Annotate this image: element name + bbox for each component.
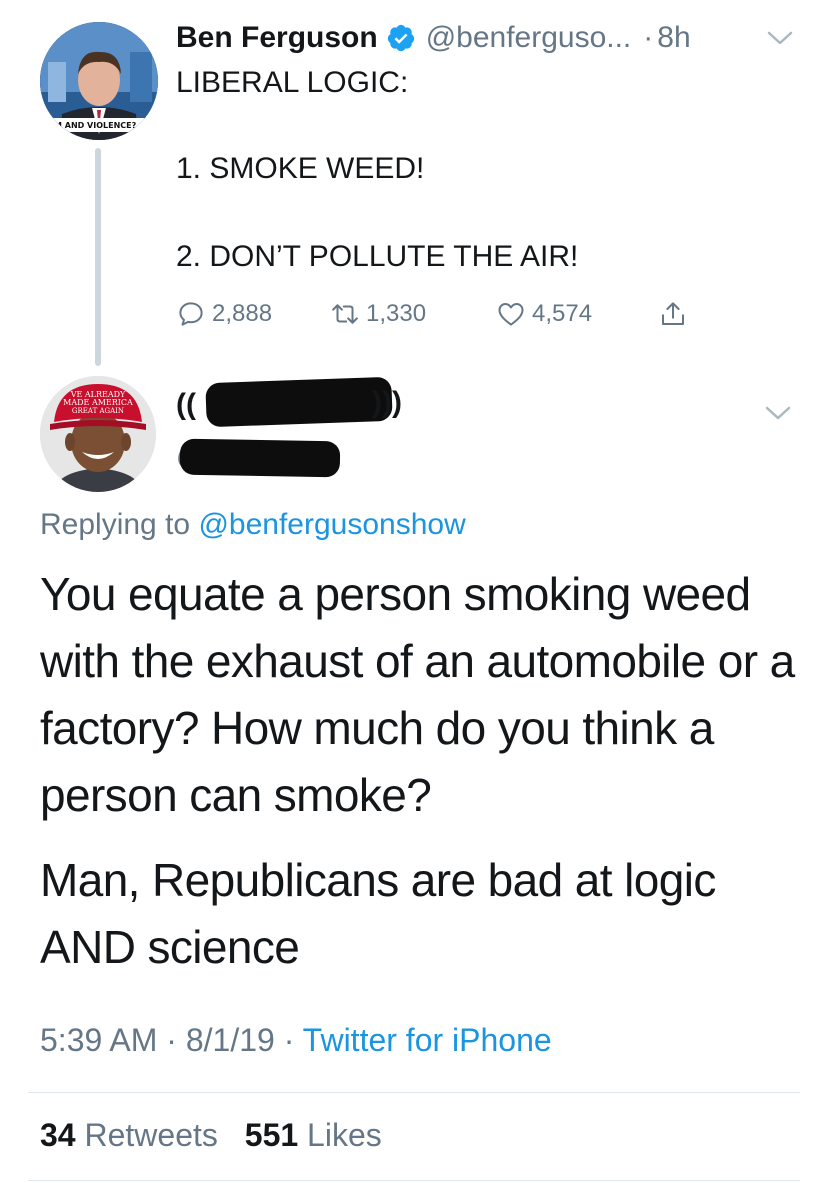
parent-tweet-text-line: 2. DON’T POLLUTE THE AIR! [176,240,579,273]
replying-to-label: Replying to [40,508,191,541]
replying-to-line: Replying to @benfergusonshow [40,508,466,542]
reply-icon [179,302,203,326]
retweet-icon [332,304,358,324]
verified-badge-icon [386,23,416,53]
parent-tweet-text-line: 1. SMOKE WEED! [176,152,425,185]
reply-count: 2,888 [212,300,273,327]
retweet-button[interactable]: 1,330 [330,296,426,332]
parent-tweet-header: Ben Ferguson @benferguso... · 8h [176,18,691,58]
share-icon [662,302,684,325]
svg-text:GREAT AGAIN: GREAT AGAIN [72,407,124,415]
likes-stat[interactable]: 551 Likes [245,1117,382,1153]
retweets-stat-label: Retweets [84,1117,218,1153]
separator-dot: · [643,21,654,54]
retweets-stat[interactable]: 34 Retweets [40,1117,227,1153]
parent-author-avatar[interactable]: M AND VIOLENCE? [40,22,158,140]
likes-stat-count: 551 [244,1117,299,1153]
divider [28,1092,800,1093]
like-count: 4,574 [532,300,593,327]
chevron-down-icon[interactable] [766,30,794,46]
chevron-down-icon[interactable] [764,405,792,421]
parent-tweet-text-line: LIBERAL LOGIC: [176,66,409,99]
divider [28,1180,800,1181]
thread-connector-line [95,148,101,366]
redacted-display-name [205,376,393,428]
parent-display-name[interactable]: Ben Ferguson [176,21,378,55]
tweet-detail-view: M AND VIOLENCE? Ben Ferguson @benferguso… [0,0,828,1183]
tweet-stats: 34 Retweets 551 Likes [40,1117,382,1154]
reply-paragraph: You equate a person smoking weed with th… [40,568,795,821]
heart-icon [498,303,524,326]
svg-text:M AND VIOLENCE?: M AND VIOLENCE? [54,121,137,130]
reply-author-avatar[interactable]: VE ALREADY MADE AMERICA GREAT AGAIN [40,376,156,492]
parent-handle[interactable]: @benferguso... [426,21,632,55]
reply-display-name-suffix: ))) [372,386,402,419]
parent-time[interactable]: 8h [657,21,690,55]
tweet-source-link[interactable]: Twitter for iPhone [303,1022,552,1058]
svg-text:MADE AMERICA: MADE AMERICA [63,398,133,407]
retweet-count: 1,330 [366,300,427,327]
reply-paragraph: Man, Republicans are bad at logic AND sc… [40,854,716,973]
reply-display-name-prefix: (( [176,388,196,421]
retweets-stat-count: 34 [40,1117,76,1153]
tweet-meta: 5:39 AM · 8/1/19 · Twitter for iPhone [40,1022,552,1059]
replying-to-mention[interactable]: @benfergusonshow [198,508,465,541]
share-button[interactable] [658,296,688,332]
tweet-timestamp[interactable]: 5:39 AM · 8/1/19 · [40,1022,294,1058]
redacted-handle [179,438,341,478]
likes-stat-label: Likes [307,1117,382,1153]
like-button[interactable]: 4,574 [496,296,592,332]
reply-button[interactable]: 2,888 [176,296,272,332]
